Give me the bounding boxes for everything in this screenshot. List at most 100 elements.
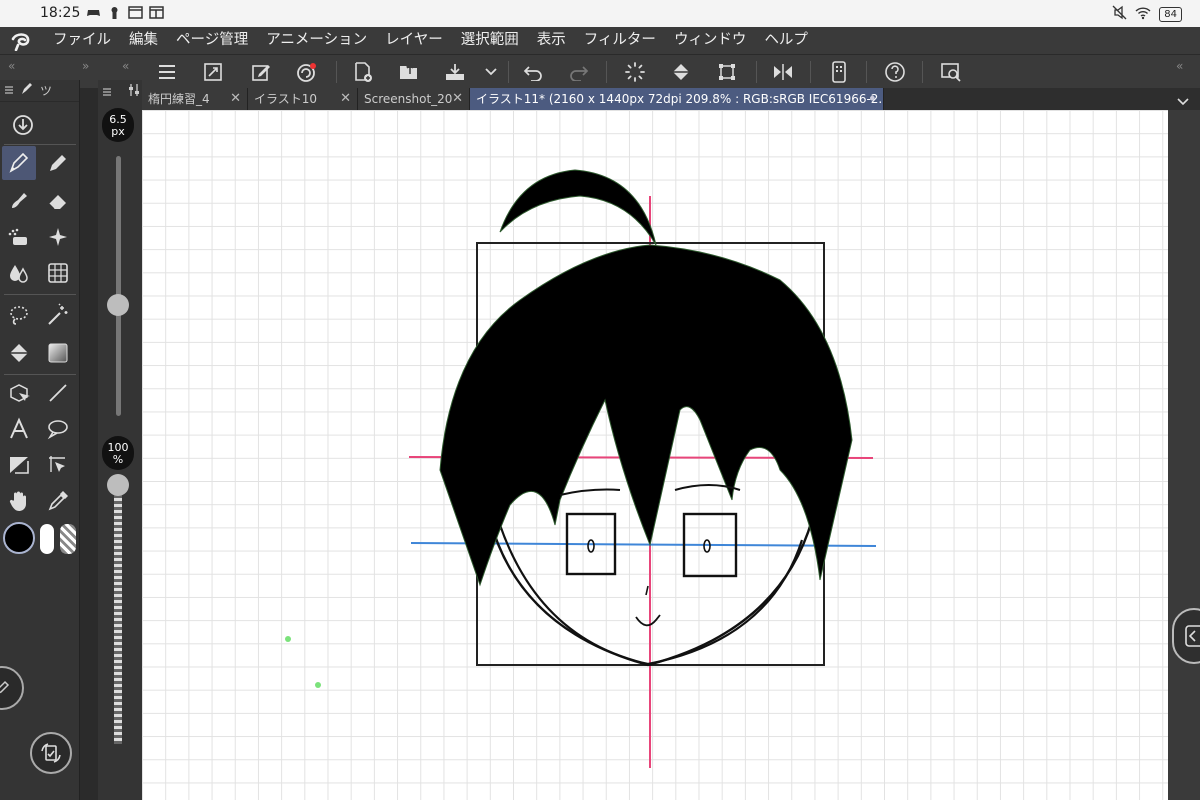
brush-size-slider-thumb[interactable] bbox=[107, 294, 129, 316]
brush-tool-icon[interactable] bbox=[2, 184, 36, 218]
mute-icon bbox=[1112, 5, 1127, 23]
opacity-track[interactable] bbox=[114, 484, 122, 744]
help-icon[interactable] bbox=[880, 58, 910, 86]
loading-spinner-icon[interactable] bbox=[620, 58, 650, 86]
tab-label: イラスト10 bbox=[254, 92, 318, 106]
battery-indicator: 84 bbox=[1159, 6, 1182, 22]
tool-panel: ツ bbox=[0, 80, 80, 800]
decoration-sparkle-icon[interactable] bbox=[41, 220, 75, 254]
slider-settings-icon[interactable] bbox=[128, 82, 140, 101]
tabs-overflow-chevron-down-icon[interactable] bbox=[1176, 92, 1190, 111]
menu-edit[interactable]: 編集 bbox=[120, 27, 167, 54]
fill-bucket-icon[interactable] bbox=[666, 58, 696, 86]
new-file-icon[interactable] bbox=[348, 58, 378, 86]
notification-icons bbox=[86, 5, 164, 20]
tab-label: 楕円練習_4 bbox=[148, 92, 210, 106]
gradient-tool-icon[interactable] bbox=[41, 336, 75, 370]
document-tabs: 楕円練習_4 ✕ イラスト10 ✕ Screenshot_20 ✕ イラスト11… bbox=[142, 88, 1200, 110]
eyedropper-tool-icon[interactable] bbox=[41, 484, 75, 518]
menu-selection[interactable]: 選択範囲 bbox=[452, 27, 528, 54]
opacity-slider-thumb[interactable] bbox=[107, 474, 129, 496]
cloud-sync-icon[interactable] bbox=[292, 58, 322, 86]
menu-bar: ファイル 編集 ページ管理 アニメーション レイヤー 選択範囲 表示 フィルター… bbox=[0, 27, 1200, 54]
transparent-color-swatch[interactable] bbox=[60, 524, 76, 554]
wifi-icon bbox=[1135, 6, 1151, 23]
opacity-readout: 100 % bbox=[102, 436, 134, 470]
undo-icon[interactable] bbox=[518, 58, 548, 86]
opacity-unit: % bbox=[112, 453, 124, 466]
edge-pen-icon[interactable] bbox=[0, 666, 24, 710]
pen-tab-icon[interactable] bbox=[20, 82, 34, 99]
frame-tool-icon[interactable] bbox=[2, 448, 36, 482]
menu-file[interactable]: ファイル bbox=[44, 27, 120, 54]
keyhole-icon bbox=[107, 5, 122, 20]
pen-tool-icon[interactable] bbox=[2, 146, 36, 180]
menu-view[interactable]: 表示 bbox=[528, 27, 575, 54]
sizecol-menu-icon[interactable] bbox=[102, 82, 112, 101]
unsaved-dot-icon[interactable]: • bbox=[868, 88, 877, 110]
flip-horizontal-icon[interactable] bbox=[768, 58, 798, 86]
lasso-select-icon[interactable] bbox=[2, 298, 36, 332]
status-time: 18:25 bbox=[40, 5, 81, 21]
menu-filter[interactable]: フィルター bbox=[575, 27, 665, 54]
sub-color-swatch[interactable] bbox=[40, 524, 54, 554]
fill-tool-icon[interactable] bbox=[2, 336, 36, 370]
menu-window[interactable]: ウィンドウ bbox=[665, 27, 756, 54]
tool-panel-tab-label[interactable]: ツ bbox=[40, 82, 52, 99]
brush-size-track[interactable] bbox=[116, 156, 121, 416]
expand-left-icon[interactable]: » bbox=[82, 59, 89, 73]
menu-page-management[interactable]: ページ管理 bbox=[167, 27, 257, 54]
mouth bbox=[635, 614, 661, 627]
transform-icon[interactable] bbox=[712, 58, 742, 86]
collapse-right-icon[interactable]: « bbox=[1176, 59, 1183, 73]
blend-tool-icon[interactable] bbox=[2, 256, 36, 290]
download-icon[interactable] bbox=[6, 108, 40, 142]
close-icon[interactable]: ✕ bbox=[340, 88, 351, 110]
pencil-tool-icon[interactable] bbox=[41, 146, 75, 180]
quick-access-rotate-icon[interactable] bbox=[30, 732, 72, 774]
redo-icon[interactable] bbox=[564, 58, 594, 86]
status-bar: 18:25 84 bbox=[0, 0, 1200, 27]
edit-icon[interactable] bbox=[246, 58, 276, 86]
collapse-left-2-icon[interactable]: « bbox=[122, 59, 129, 73]
app-logo-icon[interactable] bbox=[0, 27, 44, 54]
brush-size-unit: px bbox=[111, 125, 125, 138]
eraser-tool-icon[interactable] bbox=[41, 184, 75, 218]
right-panel-toggle-icon[interactable] bbox=[1172, 608, 1200, 664]
tab-doc-1[interactable]: 楕円練習_4 ✕ bbox=[142, 88, 248, 110]
command-bar: « » « « bbox=[0, 54, 1200, 88]
open-folder-icon[interactable] bbox=[394, 58, 424, 86]
menu-layer[interactable]: レイヤー bbox=[376, 27, 452, 54]
magic-wand-icon[interactable] bbox=[41, 298, 75, 332]
tab-label: イラスト11* (2160 x 1440px 72dpi 209.8% : RG… bbox=[476, 92, 884, 106]
tab-doc-2[interactable]: イラスト10 ✕ bbox=[248, 88, 358, 110]
tab-doc-3[interactable]: Screenshot_20 ✕ bbox=[358, 88, 470, 110]
figure-grid-icon[interactable] bbox=[41, 256, 75, 290]
menu-hamburger-icon[interactable] bbox=[152, 58, 182, 86]
main-color-swatch[interactable] bbox=[3, 522, 35, 554]
balloon-tool-icon[interactable] bbox=[41, 412, 75, 446]
canvas-search-icon[interactable] bbox=[936, 58, 966, 86]
brush-slider-column: 6.5 px 100 % bbox=[98, 80, 142, 800]
save-dropdown-chevron-down-icon[interactable] bbox=[476, 58, 506, 86]
panel-menu-icon[interactable] bbox=[4, 84, 14, 98]
airbrush-tool-icon[interactable] bbox=[2, 220, 36, 254]
collapse-left-icon[interactable]: « bbox=[8, 59, 15, 73]
brush-size-readout: 6.5 px bbox=[102, 108, 134, 142]
resize-icon[interactable] bbox=[198, 58, 228, 86]
hand-tool-icon[interactable] bbox=[2, 484, 36, 518]
text-tool-icon[interactable] bbox=[2, 412, 36, 446]
close-icon[interactable]: ✕ bbox=[230, 88, 241, 110]
smartphone-icon[interactable] bbox=[824, 58, 854, 86]
close-icon[interactable]: ✕ bbox=[452, 88, 463, 110]
save-icon[interactable] bbox=[440, 58, 470, 86]
window-icon bbox=[128, 5, 143, 20]
operation-tool-icon[interactable] bbox=[41, 448, 75, 482]
drawing-canvas[interactable] bbox=[142, 110, 1168, 800]
menu-animation[interactable]: アニメーション bbox=[257, 27, 376, 54]
line-tool-icon[interactable] bbox=[41, 376, 75, 410]
object-select-icon[interactable] bbox=[2, 376, 36, 410]
menu-help[interactable]: ヘルプ bbox=[755, 27, 817, 54]
tab-doc-active[interactable]: イラスト11* (2160 x 1440px 72dpi 209.8% : RG… bbox=[470, 88, 884, 110]
artwork bbox=[285, 169, 877, 768]
